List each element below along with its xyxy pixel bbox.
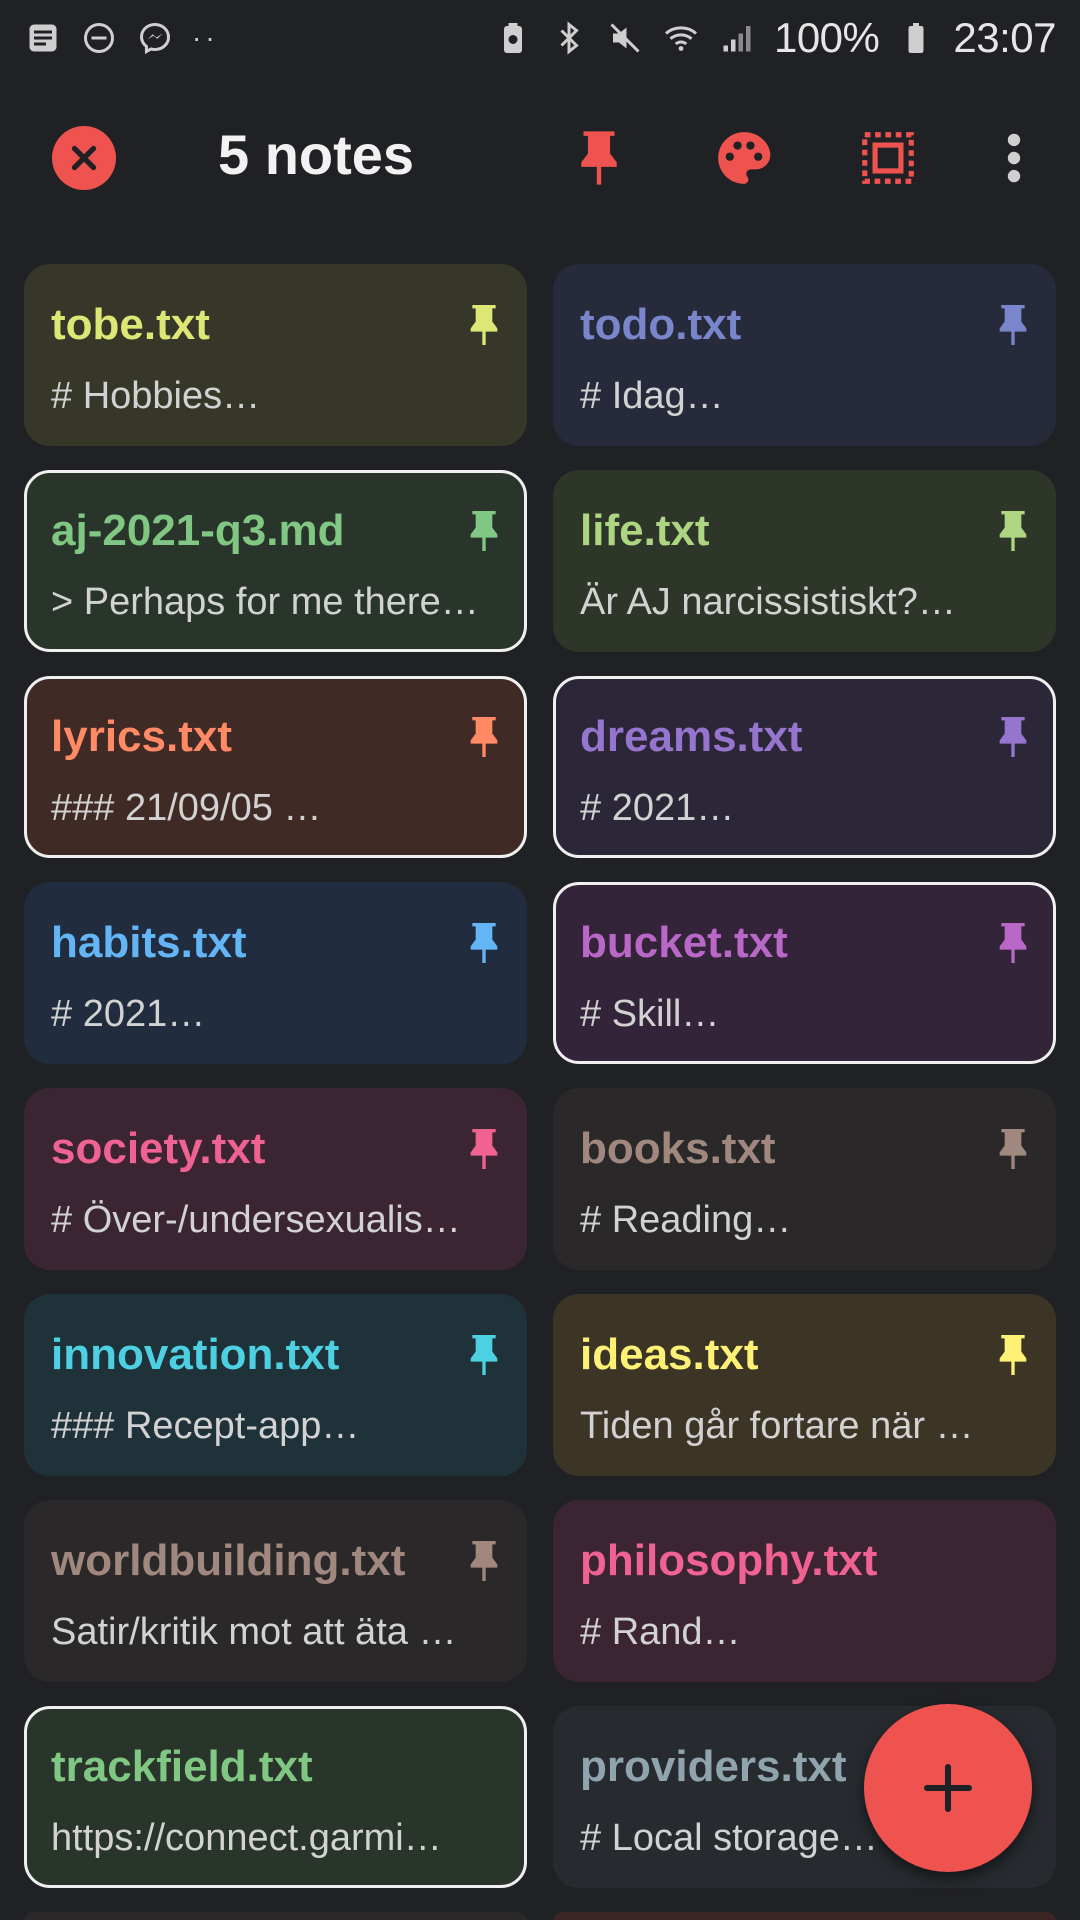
notes-icon [24,19,62,57]
note-preview: # Idag… [580,375,724,417]
select-all-button[interactable] [852,122,924,194]
note-card[interactable]: philosophy.txt # Rand… [553,1500,1056,1682]
battery-percent: 100% [773,14,880,61]
note-preview: ### Recept-app… [51,1405,360,1447]
more-options-button[interactable] [978,122,1050,194]
pin-icon [993,1331,1033,1379]
pin-icon [464,1125,504,1173]
pin-icon [464,919,504,967]
note-title: society.txt [51,1124,266,1173]
selection-toolbar: 5 notes [0,96,1080,218]
note-preview: Satir/kritik mot att äta … [51,1611,457,1653]
note-card-partial[interactable] [553,1912,1056,1920]
note-title: innovation.txt [51,1330,340,1379]
note-preview: Tiden går fortare när … [580,1405,974,1447]
note-preview: > Perhaps for me there… [51,581,479,623]
note-preview: # Rand… [580,1611,741,1653]
note-preview: ### 21/09/05 … [51,787,322,829]
status-right: 100% 23:07 [494,14,1056,62]
note-card[interactable]: lyrics.txt ### 21/09/05 … [24,676,527,858]
pin-button[interactable] [563,122,635,194]
mute-icon [606,19,644,57]
selection-count-title: 5 notes [218,123,415,186]
note-card[interactable]: bucket.txt # Skill… [553,882,1056,1064]
note-card[interactable]: dreams.txt # 2021… [553,676,1056,858]
pin-icon [993,713,1033,761]
note-card[interactable]: worldbuilding.txt Satir/kritik mot att ät… [24,1500,527,1682]
note-title: habits.txt [51,918,247,967]
battery-saver-icon [494,19,532,57]
note-preview: # 2021… [51,993,206,1035]
color-button[interactable] [708,122,780,194]
note-card[interactable]: ideas.txt Tiden går fortare när … [553,1294,1056,1476]
close-selection-button[interactable] [52,126,116,190]
pin-icon [993,507,1033,555]
note-card[interactable]: aj-2021-q3.md > Perhaps for me there… [24,470,527,652]
pin-icon [464,1331,504,1379]
pin-icon [993,919,1033,967]
note-title: bucket.txt [580,918,788,967]
do-not-disturb-icon [80,19,118,57]
note-card-partial[interactable] [24,1912,527,1920]
plus-icon [923,1763,973,1813]
note-title: todo.txt [580,300,742,349]
battery-icon [897,19,935,57]
note-title: life.txt [580,506,710,555]
note-preview: # 2021… [580,787,735,829]
note-preview: # Hobbies… [51,375,261,417]
pin-icon [464,301,504,349]
note-card[interactable]: habits.txt # 2021… [24,882,527,1064]
note-card[interactable]: life.txt Är AJ narcissistiskt?… [553,470,1056,652]
messenger-icon [136,19,174,57]
note-title: tobe.txt [51,300,210,349]
note-card[interactable]: todo.txt # Idag… [553,264,1056,446]
pin-icon [464,507,504,555]
pin-icon [464,1537,504,1585]
status-left: ·· [24,19,219,57]
clock: 23:07 [953,14,1056,61]
pin-icon [993,1125,1033,1173]
note-title: philosophy.txt [580,1536,878,1585]
note-card[interactable]: tobe.txt # Hobbies… [24,264,527,446]
new-note-button[interactable] [864,1704,1032,1872]
note-preview: # Reading… [580,1199,792,1241]
status-bar: ·· 100% 23:07 [0,0,1080,76]
more-notifications-dots: ·· [192,22,219,53]
note-preview: # Skill… [580,993,720,1035]
pin-icon [464,713,504,761]
notes-grid: tobe.txt # Hobbies… todo.txt # Idag… aj-2021… [24,264,1056,1920]
note-title: ideas.txt [580,1330,759,1379]
note-card[interactable]: books.txt # Reading… [553,1088,1056,1270]
pin-icon [993,301,1033,349]
note-preview: # Över-/undersexualis… [51,1199,461,1241]
note-title: books.txt [580,1124,776,1173]
note-title: dreams.txt [580,712,803,761]
bluetooth-icon [550,19,588,57]
note-card[interactable]: trackfield.txt https://connect.garmi… [24,1706,527,1888]
note-card[interactable]: innovation.txt ### Recept-app… [24,1294,527,1476]
note-title: trackfield.txt [51,1742,313,1791]
palette-icon [718,132,771,184]
note-title: worldbuilding.txt [51,1536,406,1585]
note-title: aj-2021-q3.md [51,506,345,555]
more-vert-icon [1007,133,1021,183]
close-icon [71,145,97,171]
note-preview: Är AJ narcissistiskt?… [580,581,956,623]
note-title: lyrics.txt [51,712,232,761]
select-all-icon [862,132,914,184]
pin-icon [581,131,617,185]
wifi-icon [662,19,700,57]
note-card[interactable]: society.txt # Över-/undersexualis… [24,1088,527,1270]
signal-icon [718,19,756,57]
note-preview: https://connect.garmi… [51,1817,442,1859]
